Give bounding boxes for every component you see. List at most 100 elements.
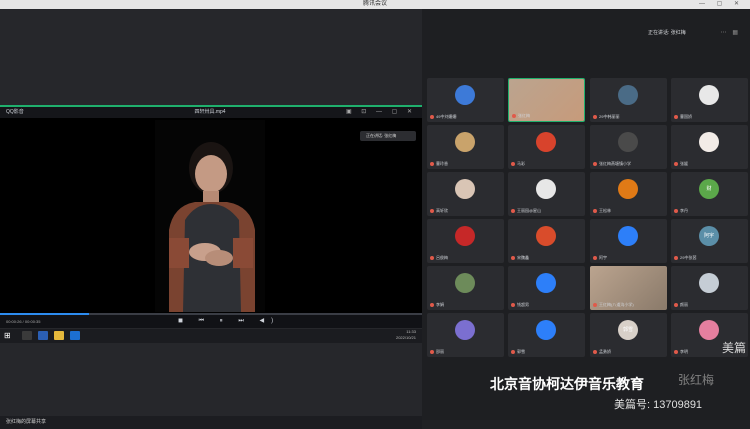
- player-titlebar: QQ影音 四轩卅具.mp4 ▣ ⊡ — ▢ ✕: [0, 107, 422, 118]
- participant-tile[interactable]: 张红梅燕塘镇小学: [590, 125, 667, 169]
- participant-tile[interactable]: 阿宇 29中张茜: [671, 219, 748, 263]
- participant-tile[interactable]: 颜丽: [671, 266, 748, 310]
- avatar-icon: [536, 273, 556, 293]
- avatar-icon: [699, 320, 719, 340]
- participant-tile[interactable]: 财李丹: [671, 172, 748, 216]
- participant-name: 张红梅燕塘镇小学: [593, 161, 631, 167]
- participant-tile[interactable]: 钱超男: [508, 266, 585, 310]
- player-filename: 四轩卅具.mp4: [194, 109, 226, 115]
- windows-taskbar: ⊞ 11:33 2022/10/21: [0, 329, 422, 343]
- mic-muted-icon: [674, 161, 678, 166]
- avatar-icon: 阿宇: [699, 226, 719, 246]
- mic-muted-icon: [674, 208, 678, 213]
- participant-name: 29中韩丽丽: [593, 114, 619, 120]
- avatar-icon: [618, 85, 638, 105]
- participant-tile[interactable]: 郭雪 孟勇娇: [590, 313, 667, 357]
- windows-start-icon[interactable]: ⊞: [4, 331, 11, 340]
- avatar-icon: 财: [699, 179, 719, 199]
- avatar-icon: [699, 273, 719, 293]
- participant-name: 王松林: [593, 208, 611, 214]
- participant-tile[interactable]: 49中刘姗姗: [427, 78, 504, 122]
- participant-name: 吕俊梅: [430, 255, 448, 261]
- window-controls[interactable]: — ▢ ✕: [699, 0, 744, 9]
- participant-tile[interactable]: 郭雪: [508, 313, 585, 357]
- participant-tile[interactable]: 王松林: [590, 172, 667, 216]
- avatar-icon: [455, 273, 475, 293]
- mic-muted-icon: [511, 349, 515, 354]
- video-player-window: QQ影音 四轩卅具.mp4 ▣ ⊡ — ▢ ✕ 正在讲话: 张红梅 00:00:…: [0, 105, 422, 328]
- mic-muted-icon: [674, 114, 678, 119]
- participant-tile[interactable]: 张红梅: [508, 78, 585, 122]
- participant-tile[interactable]: 宋魏鑫: [508, 219, 585, 263]
- speaker-indicator: 正在讲话: 张红梅: [360, 131, 416, 141]
- window-title: 腾讯会议: [362, 1, 387, 7]
- tencent-meeting-app-icon[interactable]: [38, 331, 48, 340]
- teacher-video-image: [155, 120, 265, 312]
- mic-muted-icon: [593, 255, 597, 260]
- participant-tile[interactable]: 马彩: [508, 125, 585, 169]
- window-titlebar: 腾讯会议 — ▢ ✕: [0, 0, 750, 9]
- taskbar-apps: [22, 331, 80, 340]
- mic-muted-icon: [430, 208, 434, 213]
- avatar-icon: [455, 320, 475, 340]
- participant-tile[interactable]: 王红梅(八道沟小学): [590, 266, 667, 310]
- avatar-icon: [455, 132, 475, 152]
- mic-muted-icon: [430, 349, 434, 354]
- mic-muted-icon: [511, 161, 515, 166]
- participant-tile[interactable]: 曹国娇: [671, 78, 748, 122]
- participant-name: 李娟: [430, 302, 444, 308]
- participant-name: 颜丽: [674, 302, 688, 308]
- screen-share-label: 张红梅的屏幕共享: [6, 419, 47, 425]
- participant-tile[interactable]: 曹玲香: [427, 125, 504, 169]
- participant-tile[interactable]: 29中韩丽丽: [590, 78, 667, 122]
- participant-name: 张红梅: [512, 113, 530, 119]
- file-explorer-app-icon[interactable]: [54, 331, 64, 340]
- mic-muted-icon: [511, 208, 515, 213]
- mic-muted-icon: [511, 302, 515, 307]
- mic-muted-icon: [593, 114, 597, 119]
- participant-tile[interactable]: 邵丽: [427, 313, 504, 357]
- participant-name: 49中刘姗姗: [430, 114, 456, 120]
- playback-buttons[interactable]: ◼ ⏮ ⏸ ⏭ ◀): [178, 315, 280, 328]
- avatar-icon: [536, 320, 556, 340]
- participant-tile[interactable]: 高轩欣: [427, 172, 504, 216]
- participant-tile[interactable]: 李娟: [427, 266, 504, 310]
- mic-muted-icon: [593, 161, 597, 166]
- participant-name: 马彩: [511, 161, 525, 167]
- screen-share-bar: 张红梅的屏幕共享: [0, 416, 422, 429]
- participant-tile[interactable]: 张媛: [671, 125, 748, 169]
- system-tray-clock[interactable]: 11:33 2022/10/21: [396, 329, 416, 341]
- mic-muted-icon: [511, 255, 515, 260]
- speaking-text: 正在讲话: 张红梅: [648, 30, 686, 36]
- avatar-icon: [536, 132, 556, 152]
- avatar-icon: [618, 132, 638, 152]
- panel-options-icon[interactable]: ⋯ ▦: [721, 27, 740, 39]
- qq-player-app-icon[interactable]: [70, 331, 80, 340]
- meipian-logo: 美篇: [721, 341, 746, 355]
- player-window-controls[interactable]: ▣ ⊡ — ▢ ✕: [346, 107, 416, 118]
- mic-muted-icon: [430, 255, 434, 260]
- participants-panel: 正在讲话: 张红梅 ⋯ ▦ 49中刘姗姗 张红梅 29中韩丽丽 曹国娇 曹玲香 马彩 张红梅…: [422, 9, 750, 420]
- player-source[interactable]: QQ影音: [6, 107, 24, 118]
- mic-muted-icon: [674, 302, 678, 307]
- search-app-icon[interactable]: [22, 331, 32, 340]
- participant-tile[interactable]: 阿宇: [590, 219, 667, 263]
- participant-name: 张媛: [674, 161, 688, 167]
- participant-name: 阿宇: [593, 255, 607, 261]
- participant-name: 李明: [674, 349, 688, 355]
- avatar-icon: [618, 179, 638, 199]
- mic-muted-icon: [430, 114, 434, 119]
- participant-name: 王丽园@星山: [511, 208, 541, 214]
- avatar-icon: [455, 85, 475, 105]
- mic-muted-icon: [674, 255, 678, 260]
- participant-tile[interactable]: 吕俊梅: [427, 219, 504, 263]
- avatar-icon: [536, 226, 556, 246]
- avatar-icon: [699, 132, 719, 152]
- avatar-icon: [455, 226, 475, 246]
- participant-name: 钱超男: [511, 302, 529, 308]
- avatar-icon: [699, 85, 719, 105]
- avatar-icon: [618, 226, 638, 246]
- watermark-ghost-text: 张红梅: [678, 373, 715, 387]
- participant-tile[interactable]: 王丽园@星山: [508, 172, 585, 216]
- mic-muted-icon: [430, 302, 434, 307]
